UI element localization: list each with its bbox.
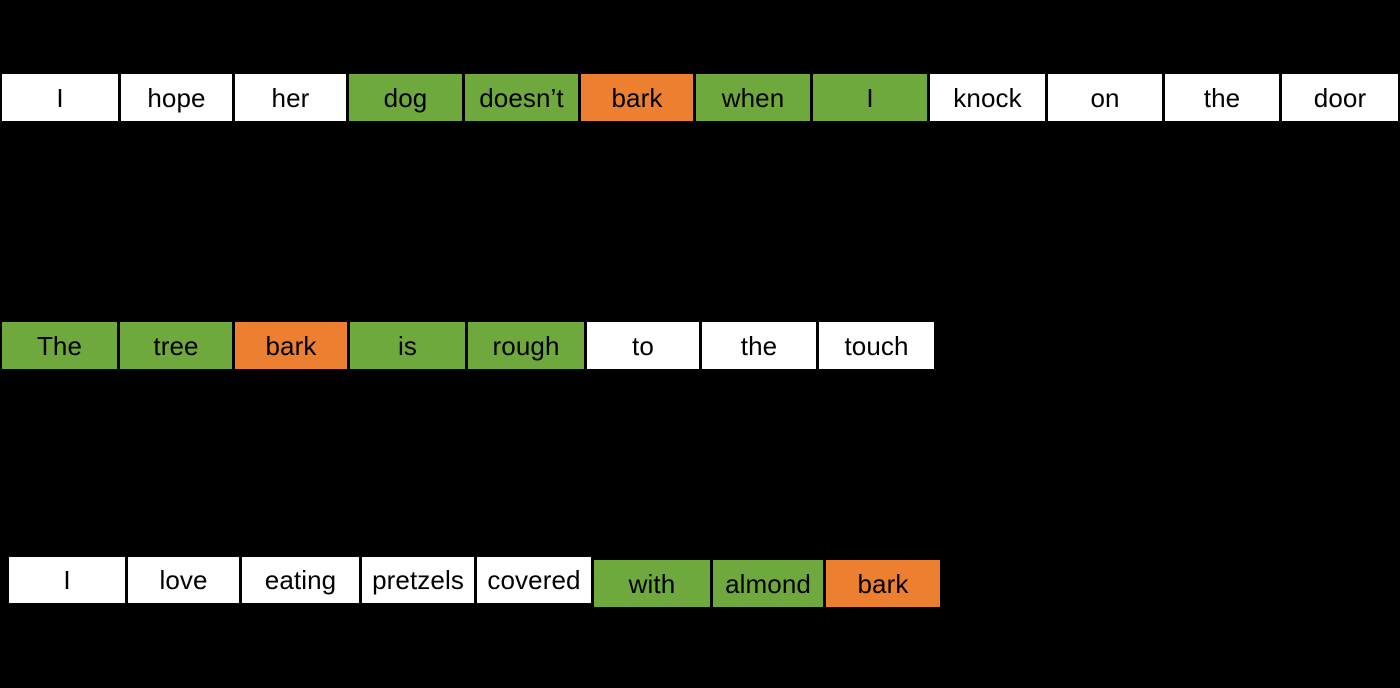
word-token: door	[1280, 72, 1400, 123]
word-token: is	[348, 320, 467, 371]
word-token: love	[126, 555, 241, 605]
word-token: with	[592, 558, 712, 609]
word-token: bark	[233, 320, 349, 371]
word-token: bark	[824, 558, 942, 609]
sentence-row-2: The tree bark is rough to the touch	[0, 320, 1400, 371]
figure-canvas: Ihope her dog doesn’t bark when Iknock on the doo…	[0, 0, 1400, 688]
word-token: eating	[240, 555, 361, 605]
word-token: rough	[466, 320, 586, 371]
sentence-row-3: Ilove eating pretzels covered with almond bark	[0, 555, 1400, 609]
word-token: almond	[711, 558, 825, 609]
word-token: her	[233, 72, 348, 123]
word-token: The	[0, 320, 119, 371]
word-token: when	[694, 72, 812, 123]
word-token: bark	[579, 72, 695, 123]
word-token: doesn’t	[463, 72, 580, 123]
word-token: the	[1163, 72, 1281, 123]
word-token: hope	[119, 72, 234, 123]
word-token: touch	[817, 320, 936, 371]
word-token: I	[7, 555, 127, 605]
word-token: the	[700, 320, 818, 371]
word-token: I	[811, 72, 929, 123]
word-token: covered	[475, 555, 593, 605]
word-token: knock	[928, 72, 1047, 123]
word-token: pretzels	[360, 555, 476, 605]
sentence-row-1: Ihope her dog doesn’t bark when Iknock on the doo…	[0, 72, 1400, 123]
word-token: to	[585, 320, 701, 371]
word-token: on	[1046, 72, 1164, 123]
word-token: tree	[118, 320, 234, 371]
word-token: I	[0, 72, 120, 123]
word-token: dog	[347, 72, 464, 123]
